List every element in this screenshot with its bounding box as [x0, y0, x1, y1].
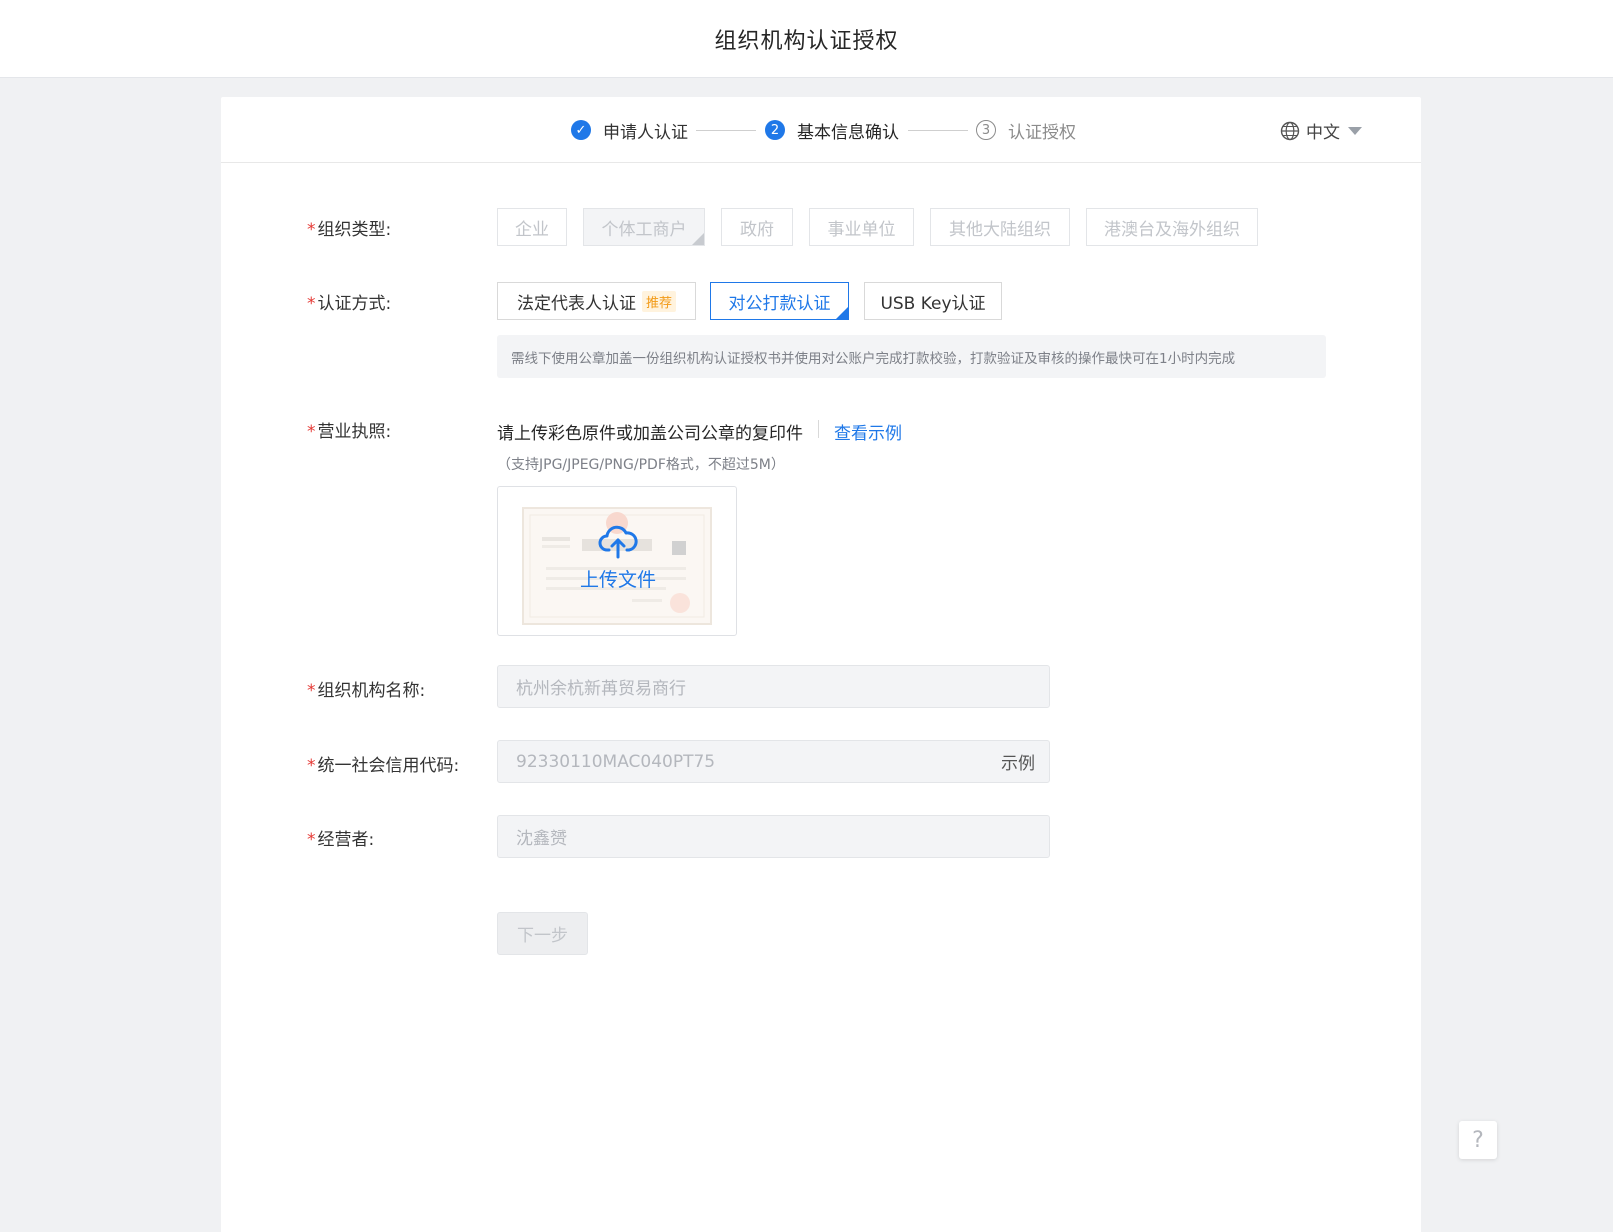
step-connector — [908, 130, 968, 131]
credit-code-value: 92330110MAC040PT75 — [516, 751, 716, 772]
step-indicator: ✓ 申请人认证 2 基本信息确认 3 认证授权 中文 — [221, 97, 1421, 163]
auth-tip: 需线下使用公章加盖一份组织机构认证授权书并使用对公账户完成打款校验，打款验证及审… — [497, 335, 1326, 378]
auth-bank-transfer-button[interactable]: 对公打款认证 — [710, 282, 849, 320]
org-name-label: * 组织机构名称: — [307, 681, 426, 701]
auth-method-label: * 认证方式: — [307, 294, 392, 314]
check-icon: ✓ — [571, 120, 591, 140]
org-type-enterprise: 企业 — [497, 208, 567, 246]
step-authorization: 3 认证授权 — [976, 119, 1076, 143]
step-label: 申请人认证 — [603, 122, 688, 143]
credit-code-example-link[interactable]: 示例 — [1001, 749, 1035, 774]
divider — [818, 420, 819, 438]
org-type-overseas: 港澳台及海外组织 — [1086, 208, 1258, 246]
operator-label: * 经营者: — [307, 830, 375, 850]
top-header: 组织机构认证授权 — [0, 0, 1613, 78]
step-label: 基本信息确认 — [797, 122, 899, 143]
org-name-field[interactable]: 杭州余杭新苒贸易商行 — [497, 665, 1050, 708]
org-type-government: 政府 — [721, 208, 793, 246]
credit-code-field[interactable]: 92330110MAC040PT75 示例 — [497, 740, 1050, 783]
step-number-icon: 2 — [765, 120, 785, 140]
upload-label: 上传文件 — [579, 569, 656, 591]
recommend-badge: 推荐 — [641, 290, 676, 312]
page-title: 组织机构认证授权 — [714, 28, 899, 54]
view-example-link[interactable]: 查看示例 — [834, 419, 902, 444]
next-step-button[interactable]: 下一步 — [497, 912, 588, 955]
org-type-label: * 组织类型: — [307, 220, 392, 240]
auth-usb-key-button[interactable]: USB Key认证 — [864, 282, 1002, 320]
auth-legal-rep-button[interactable]: 法定代表人认证 推荐 — [497, 282, 696, 320]
operator-field[interactable]: 沈鑫赟 — [497, 815, 1050, 858]
selected-corner-mark — [836, 307, 848, 319]
license-hint: 请上传彩色原件或加盖公司公章的复印件 — [497, 424, 803, 444]
selected-corner-mark — [692, 233, 704, 245]
main-card: ✓ 申请人认证 2 基本信息确认 3 认证授权 中文 * 组织类型: 企业 个体… — [221, 97, 1421, 1232]
license-upload-area[interactable]: 上传文件 — [497, 486, 737, 636]
language-selector[interactable]: 中文 — [1280, 118, 1362, 143]
step-basic-info: 2 基本信息确认 — [765, 119, 899, 143]
step-number-icon: 3 — [976, 120, 996, 140]
language-label: 中文 — [1306, 123, 1340, 143]
cloud-upload-icon — [598, 525, 638, 559]
step-applicant-auth: ✓ 申请人认证 — [571, 119, 688, 143]
org-name-value: 杭州余杭新苒贸易商行 — [516, 679, 686, 699]
org-type-public-institution: 事业单位 — [809, 208, 914, 246]
org-type-other-mainland: 其他大陆组织 — [930, 208, 1070, 246]
license-label: * 营业执照: — [307, 422, 392, 442]
caret-down-icon — [1348, 126, 1362, 135]
globe-icon — [1280, 121, 1300, 140]
credit-code-label: * 统一社会信用代码: — [307, 756, 460, 776]
license-format-note: （支持JPG/JPEG/PNG/PDF格式，不超过5M） — [497, 457, 785, 473]
step-label: 认证授权 — [1008, 122, 1076, 143]
org-type-individual: 个体工商户 — [583, 208, 705, 246]
step-connector — [696, 130, 756, 131]
help-button[interactable]: ? — [1459, 1121, 1497, 1159]
operator-value: 沈鑫赟 — [516, 829, 567, 849]
